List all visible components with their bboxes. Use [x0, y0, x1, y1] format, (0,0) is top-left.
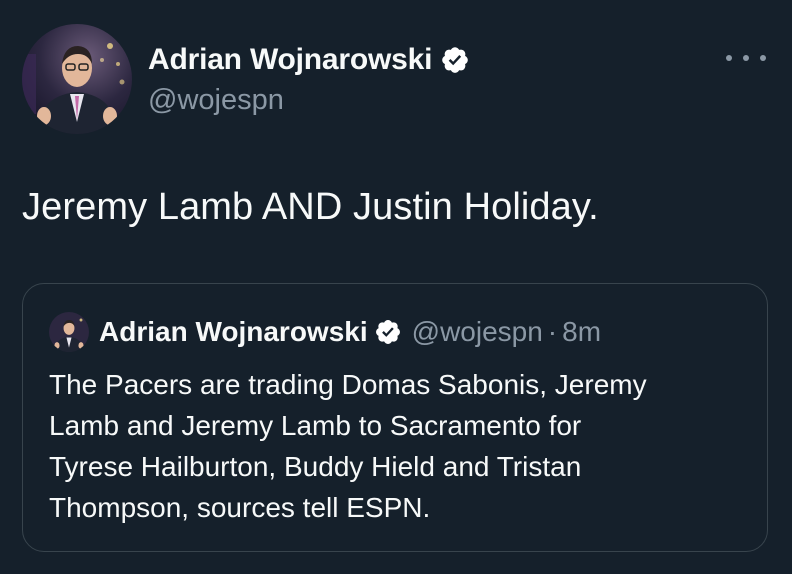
quoted-tweet-timestamp: 8m [562, 316, 602, 347]
quoted-text-line: Tyrese Hailburton, Buddy Hield and Trist… [49, 451, 582, 482]
author-avatar[interactable] [22, 24, 132, 134]
quoted-tweet-text: The Pacers are trading Domas Sabonis, Je… [49, 364, 749, 528]
author-handle[interactable]: @wojespn [148, 84, 470, 117]
more-options-icon[interactable] [726, 48, 766, 68]
quoted-author-name: Adrian Wojnarowski [99, 316, 368, 347]
dot [726, 55, 732, 61]
author-name-row: Adrian Wojnarowski [148, 40, 470, 80]
quoted-text-line: Lamb and Jeremy Lamb to Sacramento for [49, 410, 582, 441]
tweet-text: Jeremy Lamb AND Justin Holiday. [22, 186, 599, 228]
tweet: Adrian Wojnarowski @wojespn Jeremy Lamb … [0, 0, 792, 574]
quoted-tweet[interactable]: Adrian Wojnarowski @wojespn · 8m The Pac… [22, 283, 768, 552]
author-display-name[interactable]: Adrian Wojnarowski [148, 43, 432, 77]
dot [760, 55, 766, 61]
quoted-tweet-header: Adrian Wojnarowski @wojespn · 8m [49, 312, 601, 352]
quoted-author-avatar[interactable] [49, 312, 89, 352]
separator-dot: · [547, 316, 558, 347]
quoted-text-line: Thompson, sources tell ESPN. [49, 492, 431, 523]
verified-badge-icon [442, 47, 469, 73]
quoted-text-line: The Pacers are trading Domas Sabonis, Je… [49, 369, 647, 400]
verified-badge-icon [375, 320, 400, 344]
quoted-author-handle: @wojespn [411, 316, 543, 347]
dot [743, 55, 749, 61]
author-block: Adrian Wojnarowski @wojespn [148, 40, 470, 117]
